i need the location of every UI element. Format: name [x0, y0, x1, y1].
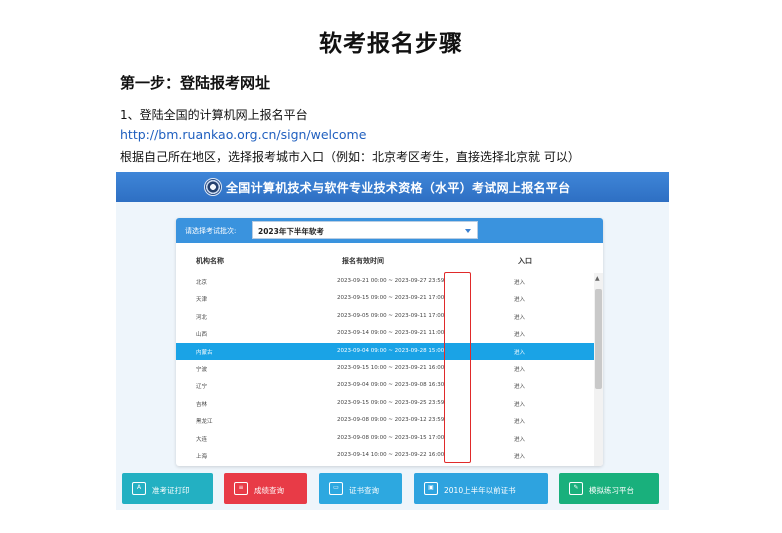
action-button-label: 2010上半年以前证书	[444, 486, 516, 495]
region-list-panel: 请选择考试批次: 2023年下半年软考 机构名称 报名有效时间 入口 北京 202…	[176, 218, 603, 466]
column-header-period: 报名有效时间	[342, 257, 384, 265]
action-button[interactable]: ≡ 成绩查询	[224, 473, 307, 504]
table-row[interactable]: 天津 2023-09-15 09:00 ~ 2023-09-21 17:00 进入	[176, 290, 594, 307]
certificate-icon: ▭	[329, 482, 343, 495]
row-org-name: 上海	[196, 454, 208, 460]
row-period: 2023-09-15 09:00 ~ 2023-09-25 23:59	[337, 399, 445, 406]
row-period: 2023-09-15 10:00 ~ 2023-09-21 16:00	[337, 365, 445, 371]
score-report-icon: ≡	[234, 482, 248, 495]
registration-link[interactable]: http://bm.ruankao.org.cn/sign/welcome	[120, 127, 366, 142]
row-entry-link[interactable]: 进入	[514, 365, 525, 373]
batch-select-bar: 请选择考试批次: 2023年下半年软考	[176, 218, 603, 243]
column-header-org: 机构名称	[196, 257, 224, 265]
entry-column-highlight-box	[444, 272, 471, 463]
row-org-name: 宁波	[196, 367, 208, 373]
row-entry-link[interactable]: 进入	[514, 348, 525, 356]
row-org-name: 北京	[196, 280, 208, 286]
batch-select-value: 2023年下半年软考	[258, 227, 324, 236]
row-period: 2023-09-15 09:00 ~ 2023-09-21 17:00	[337, 295, 445, 302]
row-entry-link[interactable]: 进入	[514, 313, 525, 321]
scrollbar-thumb[interactable]	[595, 289, 602, 389]
row-org-name: 辽宁	[196, 384, 208, 391]
step-heading: 第一步：登陆报考网址	[120, 74, 271, 92]
practice-edit-icon: ✎	[569, 482, 583, 495]
action-button-label: 准考证打印	[152, 486, 190, 495]
platform-logo-icon	[204, 178, 222, 196]
step-text-instruction: 根据自己所在地区，选择报考城市入口（例如：北京考区考生，直接选择北京就 可以）	[120, 150, 580, 164]
row-org-name: 天津	[196, 297, 208, 304]
row-entry-link[interactable]: 进入	[514, 435, 525, 443]
table-row[interactable]: 河北 2023-09-05 09:00 ~ 2023-09-11 17:00 进入	[176, 308, 594, 325]
chevron-down-icon	[465, 229, 471, 233]
registration-platform-screenshot: 全国计算机技术与软件专业技术资格（水平）考试网上报名平台 请选择考试批次: 20…	[116, 172, 669, 510]
action-button[interactable]: A 准考证打印	[122, 473, 213, 504]
row-period: 2023-09-14 10:00 ~ 2023-09-22 16:00	[337, 452, 445, 458]
row-org-name: 河北	[196, 314, 208, 321]
row-entry-link[interactable]: 进入	[514, 295, 525, 303]
row-org-name: 黑龙江	[196, 419, 213, 426]
table-row[interactable]: 山西 2023-09-14 09:00 ~ 2023-09-21 11:00 进入	[176, 325, 594, 342]
table-scrollbar[interactable]: ▲	[594, 273, 603, 466]
row-entry-link[interactable]: 进入	[514, 400, 525, 408]
row-org-name: 内蒙古	[196, 349, 213, 356]
table-row[interactable]: 上海 2023-09-14 10:00 ~ 2023-09-22 16:00 进入	[176, 447, 594, 464]
region-table-body: 北京 2023-09-21 00:00 ~ 2023-09-27 23:59 进入天…	[176, 273, 594, 466]
table-row[interactable]: 辽宁 2023-09-04 09:00 ~ 2023-09-08 16:30 进入	[176, 377, 594, 394]
row-org-name: 山西	[196, 332, 208, 339]
batch-select-dropdown[interactable]: 2023年下半年软考	[252, 221, 478, 239]
action-button-label: 成绩查询	[254, 486, 284, 495]
row-period: 2023-09-04 09:00 ~ 2023-09-08 16:30	[337, 382, 445, 389]
certificate-id-icon: ▣	[424, 482, 438, 495]
row-period: 2023-09-21 00:00 ~ 2023-09-27 23:59	[337, 278, 445, 284]
row-entry-link[interactable]: 进入	[514, 330, 525, 338]
action-button[interactable]: ▣ 2010上半年以前证书	[414, 473, 548, 504]
table-row[interactable]: 宁波 2023-09-15 10:00 ~ 2023-09-21 16:00 进入	[176, 360, 594, 377]
row-org-name: 吉林	[196, 401, 208, 408]
table-row[interactable]: 黑龙江 2023-09-08 09:00 ~ 2023-09-12 23:59 进入	[176, 412, 594, 429]
platform-banner: 全国计算机技术与软件专业技术资格（水平）考试网上报名平台	[116, 172, 669, 202]
scroll-up-arrow-icon[interactable]: ▲	[595, 275, 600, 282]
row-period: 2023-09-08 09:00 ~ 2023-09-15 17:00	[337, 434, 445, 441]
row-entry-link[interactable]: 进入	[514, 278, 525, 286]
row-period: 2023-09-08 09:00 ~ 2023-09-12 23:59	[337, 417, 445, 424]
action-button-label: 证书查询	[349, 486, 379, 495]
row-period: 2023-09-14 09:00 ~ 2023-09-21 11:00	[337, 330, 445, 337]
row-entry-link[interactable]: 进入	[514, 417, 525, 425]
table-row[interactable]: 吉林 2023-09-15 09:00 ~ 2023-09-25 23:59 进入	[176, 395, 594, 412]
table-row[interactable]: 内蒙古 2023-09-04 09:00 ~ 2023-09-28 15:00 进入	[176, 342, 594, 360]
action-button-label: 模拟练习平台	[589, 486, 634, 495]
row-period: 2023-09-04 09:00 ~ 2023-09-28 15:00	[337, 347, 445, 354]
table-row[interactable]: 北京 2023-09-21 00:00 ~ 2023-09-27 23:59 进入	[176, 273, 594, 290]
batch-select-label: 请选择考试批次:	[185, 227, 237, 235]
action-button[interactable]: ✎ 模拟练习平台	[559, 473, 659, 504]
row-entry-link[interactable]: 进入	[514, 382, 525, 390]
page-title: 软考报名步骤	[319, 31, 463, 57]
column-header-entry: 入口	[518, 257, 532, 265]
platform-banner-title: 全国计算机技术与软件专业技术资格（水平）考试网上报名平台	[226, 181, 571, 195]
row-org-name: 大连	[196, 436, 208, 443]
row-entry-link[interactable]: 进入	[514, 452, 525, 460]
row-period: 2023-09-05 09:00 ~ 2023-09-11 17:00	[337, 312, 445, 319]
table-row[interactable]: 大连 2023-09-08 09:00 ~ 2023-09-15 17:00 进入	[176, 430, 594, 447]
step-text-1: 1、登陆全国的计算机网上报名平台	[120, 108, 308, 122]
admission-ticket-icon: A	[132, 482, 146, 495]
action-button[interactable]: ▭ 证书查询	[319, 473, 402, 504]
